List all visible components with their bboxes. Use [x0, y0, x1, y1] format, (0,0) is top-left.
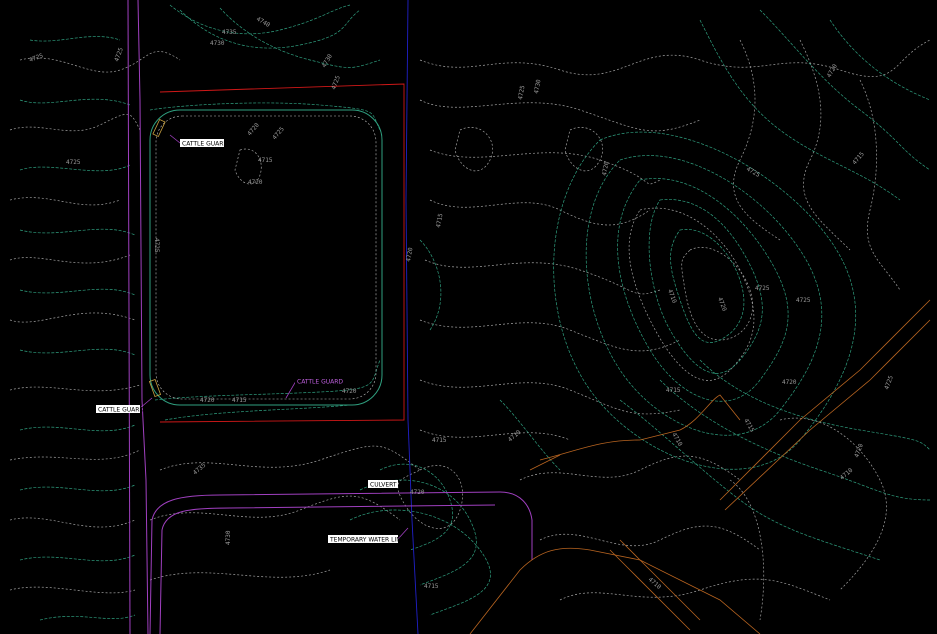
contour-label: 4725 — [66, 159, 81, 166]
contour-map: 4725 4730 4735 4740 4725 4730 4725 4725 … — [9, 0, 931, 634]
contour-label: 4720 — [200, 397, 215, 404]
callout-text: CATTLE GUARD — [98, 407, 144, 414]
contour-label: 4710 — [507, 429, 523, 444]
contour-label: 4710 — [670, 432, 683, 448]
contour-label: 4725 — [113, 46, 125, 62]
contour-label: 4715 — [432, 437, 447, 444]
contour-label: 4720 — [716, 296, 728, 312]
callout-text: CATTLE GUARD — [297, 379, 343, 386]
contour-label: 4725 — [796, 297, 811, 304]
callout-culvert: CULVERT — [368, 480, 398, 489]
contours-white — [9, 39, 931, 621]
contour-label: 4725 — [330, 74, 342, 90]
contour-label: 4730 — [321, 53, 334, 69]
contour-label: 4725 — [271, 125, 286, 141]
contour-label: 4720 — [246, 121, 261, 137]
site-plan-canvas: 4725 4730 4735 4740 4725 4730 4725 4725 … — [0, 0, 937, 634]
contour-label: 4715 — [424, 583, 439, 590]
contour-label: 4740 — [255, 16, 271, 29]
contour-label: 4715 — [258, 157, 273, 164]
callout-cattle-guard-3: CATTLE GUARD — [96, 397, 153, 414]
contour-label: 4730 — [225, 530, 232, 545]
contour-label: 4735 — [192, 462, 208, 477]
contour-label: 4720 — [342, 388, 357, 395]
callout-text: CATTLE GUARD — [182, 141, 228, 148]
contour-label: 4725 — [883, 374, 895, 390]
contours-green — [19, 4, 931, 621]
callout-text: CULVERT — [370, 482, 397, 489]
contour-label: 4720 — [853, 442, 865, 458]
callout-text: TEMPORARY WATER LINE — [329, 537, 405, 544]
callout-cattle-guard-1: CATTLE GUARD — [169, 134, 228, 148]
contour-label: 4725 — [28, 52, 44, 64]
survey-line — [405, 0, 419, 634]
contour-label: 4715 — [742, 418, 755, 434]
contour-label: 4710 — [666, 288, 678, 304]
contour-labels: 4725 4730 4735 4740 4725 4730 4725 4725 … — [28, 16, 895, 591]
callout-cattle-guard-2: CATTLE GUARD — [285, 377, 343, 399]
callout-temp-water-line: TEMPORARY WATER LINE — [328, 527, 409, 544]
contour-label: 4735 — [222, 29, 237, 36]
contour-label: 4720 — [782, 379, 797, 386]
contour-label: 4720 — [405, 247, 414, 263]
cattle-guard-symbol — [152, 118, 166, 138]
contour-label: 4720 — [826, 63, 839, 79]
contour-label: 4715 — [232, 397, 247, 404]
contour-label: 4725 — [755, 285, 770, 292]
contour-label: 4725 — [153, 238, 160, 253]
contour-label: 4730 — [210, 40, 225, 47]
contour-label: 4720 — [601, 161, 610, 177]
well-pad-outline — [149, 109, 383, 406]
contour-label: 4715 — [666, 387, 681, 394]
contour-label: 4720 — [248, 179, 263, 186]
contour-label: 4730 — [533, 79, 542, 95]
contour-label: 4725 — [745, 166, 761, 179]
contour-label: 4725 — [517, 85, 526, 101]
contour-label: 4715 — [435, 213, 444, 229]
contour-label: 4720 — [410, 489, 425, 496]
contour-label: 4715 — [851, 150, 866, 166]
